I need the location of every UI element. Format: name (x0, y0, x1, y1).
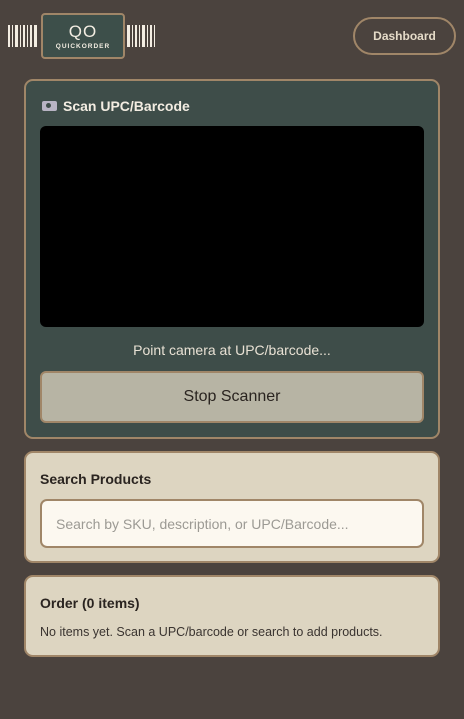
order-title: Order (0 items) (40, 595, 140, 611)
order-empty-message: No items yet. Scan a UPC/barcode or sear… (40, 625, 383, 639)
app-header: QO QUICKORDER Dashboard (0, 0, 464, 72)
scanner-card: Scan UPC/Barcode Point camera at UPC/bar… (24, 79, 440, 439)
search-card: Search Products (24, 451, 440, 563)
dashboard-button[interactable]: Dashboard (353, 17, 456, 55)
stop-scanner-button[interactable]: Stop Scanner (40, 371, 424, 423)
scanner-title-label: Scan UPC/Barcode (63, 98, 190, 114)
quickorder-logo[interactable]: QO QUICKORDER (8, 13, 157, 59)
logo-badge: QO QUICKORDER (41, 13, 125, 59)
search-input[interactable] (40, 499, 424, 548)
logo-subtitle: QUICKORDER (55, 42, 111, 50)
search-title: Search Products (40, 471, 152, 487)
camera-preview (40, 126, 424, 327)
scanner-hint: Point camera at UPC/barcode... (133, 342, 331, 358)
logo-title: QO (68, 21, 98, 41)
order-card: Order (0 items) No items yet. Scan a UPC… (24, 575, 440, 657)
barcode-left-icon (8, 25, 39, 47)
barcode-right-icon (127, 25, 157, 47)
camera-icon (42, 101, 57, 111)
scanner-title: Scan UPC/Barcode (42, 98, 190, 114)
